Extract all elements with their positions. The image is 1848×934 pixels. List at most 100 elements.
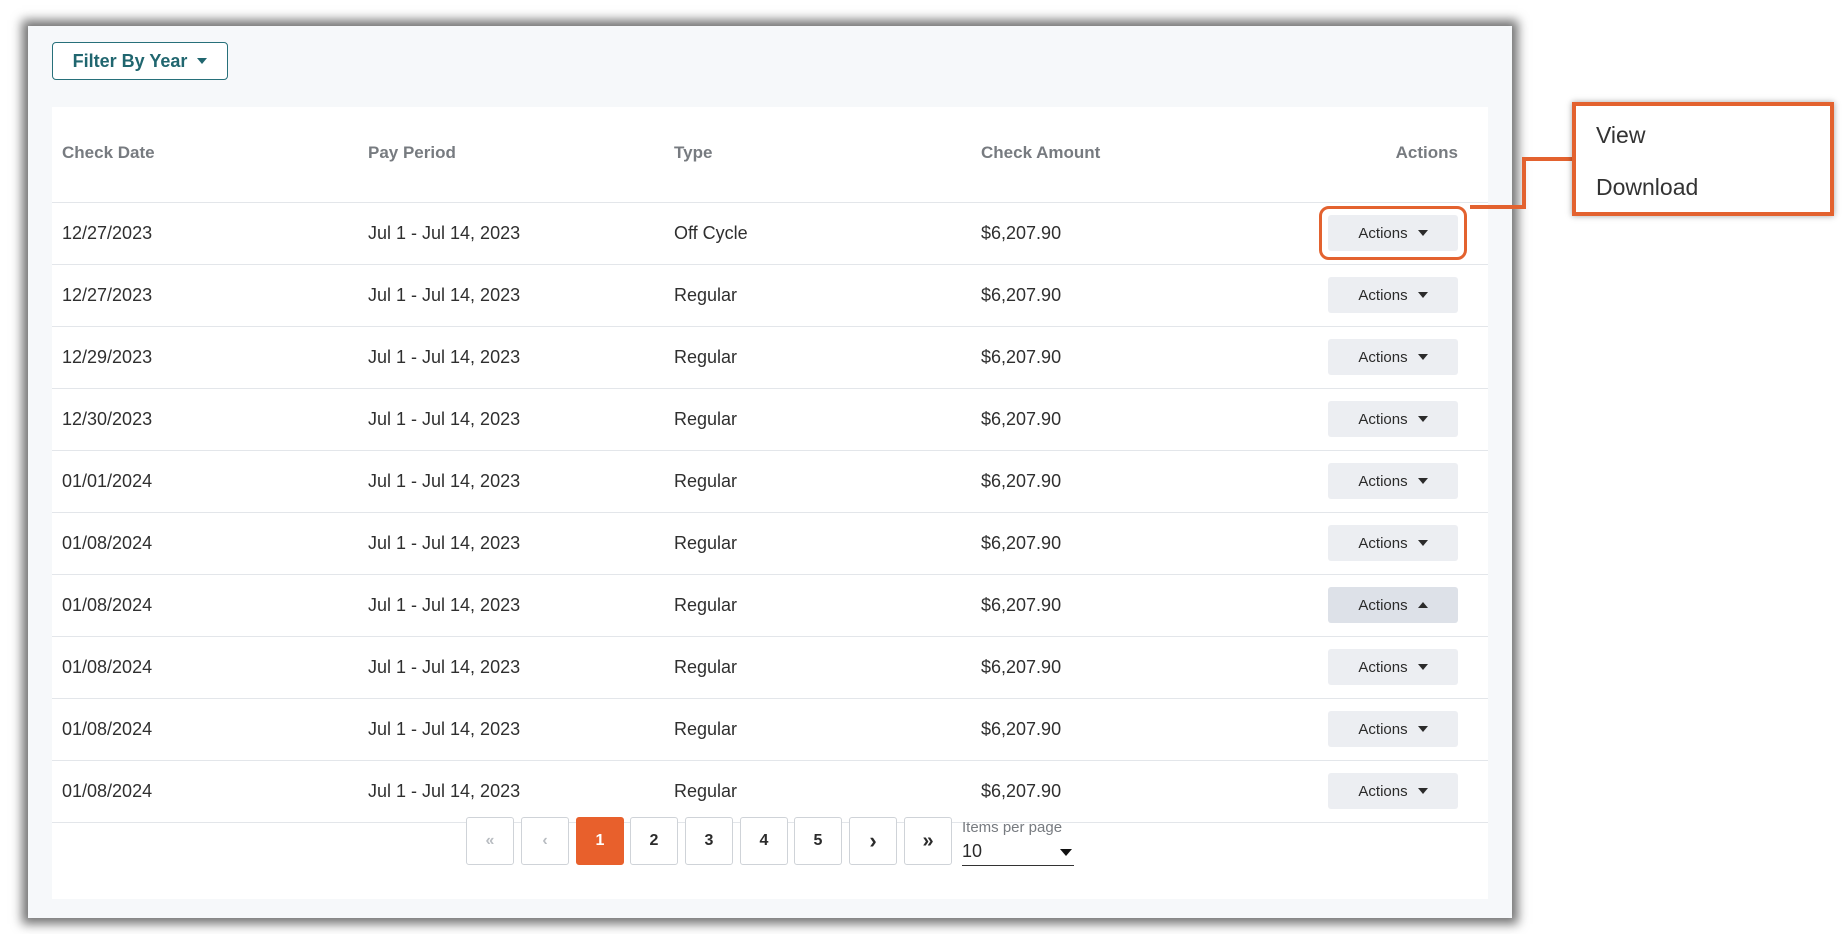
cell-check-date: 12/30/2023 <box>62 409 153 429</box>
cell-pay-period: Jul 1 - Jul 14, 2023 <box>368 285 521 305</box>
actions-button[interactable]: Actions <box>1328 525 1458 561</box>
chevron-down-icon <box>1417 230 1428 236</box>
cell-check-amount: $6,207.90 <box>981 533 1062 553</box>
cell-check-date: 12/29/2023 <box>62 347 153 367</box>
chevron-down-icon <box>1417 664 1428 670</box>
table-row: 01/08/2024 Jul 1 - Jul 14, 2023 Regular $6,… <box>52 512 1488 575</box>
cell-pay-period: Jul 1 - Jul 14, 2023 <box>368 657 521 677</box>
cell-check-date: 12/27/2023 <box>62 285 153 305</box>
actions-button-label: Actions <box>1358 782 1408 800</box>
cell-check-amount: $6,207.90 <box>981 781 1062 801</box>
cell-pay-period: Jul 1 - Jul 14, 2023 <box>368 347 521 367</box>
pagination: « ‹ 1 2 3 4 5 › » Items per page 10 <box>52 807 1488 877</box>
callout-connector <box>1522 157 1526 208</box>
chevron-down-icon <box>1417 292 1428 298</box>
next-page-button[interactable]: › <box>849 817 897 865</box>
cell-check-amount: $6,207.90 <box>981 223 1062 243</box>
callout-connector <box>1470 205 1526 209</box>
cell-pay-period: Jul 1 - Jul 14, 2023 <box>368 781 521 801</box>
actions-button[interactable]: Actions <box>1328 277 1458 313</box>
items-per-page-label: Items per page <box>962 819 1063 836</box>
cell-type: Regular <box>674 409 738 429</box>
header-type: Type <box>674 143 713 162</box>
actions-button[interactable]: Actions <box>1328 401 1458 437</box>
cell-type: Regular <box>674 285 738 305</box>
cell-type: Off Cycle <box>674 223 748 243</box>
first-page-button[interactable]: « <box>466 817 514 865</box>
last-page-button[interactable]: » <box>904 817 952 865</box>
cell-pay-period: Jul 1 - Jul 14, 2023 <box>368 595 521 615</box>
cell-type: Regular <box>674 781 738 801</box>
cell-pay-period: Jul 1 - Jul 14, 2023 <box>368 719 521 739</box>
page-5-button[interactable]: 5 <box>794 817 842 865</box>
actions-button-label: Actions <box>1358 410 1408 428</box>
actions-button[interactable]: Actions <box>1328 215 1458 251</box>
cell-pay-period: Jul 1 - Jul 14, 2023 <box>368 409 521 429</box>
actions-button-label: Actions <box>1358 658 1408 676</box>
items-per-page-select[interactable]: 10 <box>962 839 1074 866</box>
page-3-button[interactable]: 3 <box>685 817 733 865</box>
cell-type: Regular <box>674 533 738 553</box>
cell-check-amount: $6,207.90 <box>981 471 1062 491</box>
items-per-page-value: 10 <box>962 841 983 861</box>
table-row: 12/29/2023 Jul 1 - Jul 14, 2023 Regular $6,… <box>52 326 1488 389</box>
actions-button[interactable]: Actions <box>1328 587 1458 623</box>
checks-table: Check Date Pay Period Type Check Amount … <box>52 107 1488 899</box>
actions-button[interactable]: Actions <box>1328 649 1458 685</box>
cell-type: Regular <box>674 719 738 739</box>
cell-check-date: 01/08/2024 <box>62 719 153 739</box>
callout-connector <box>1522 157 1574 161</box>
table-header: Check Date Pay Period Type Check Amount … <box>52 107 1488 203</box>
table-row: 01/08/2024 Jul 1 - Jul 14, 2023 Regular $6,… <box>52 574 1488 637</box>
cell-type: Regular <box>674 595 738 615</box>
actions-button[interactable]: Actions <box>1328 773 1458 809</box>
cell-check-date: 12/27/2023 <box>62 223 153 243</box>
table-row: 01/01/2024 Jul 1 - Jul 14, 2023 Regular $6,… <box>52 450 1488 513</box>
actions-button-label: Actions <box>1358 534 1408 552</box>
cell-check-amount: $6,207.90 <box>981 409 1062 429</box>
actions-button[interactable]: Actions <box>1328 339 1458 375</box>
chevron-down-icon <box>1417 354 1428 360</box>
filter-by-year-button[interactable]: Filter By Year <box>52 42 228 80</box>
cell-check-date: 01/01/2024 <box>62 471 153 491</box>
menu-item-download[interactable]: Download <box>1596 174 1698 201</box>
actions-button[interactable]: Actions <box>1328 711 1458 747</box>
chevron-down-icon <box>1417 788 1428 794</box>
chevron-down-icon <box>197 58 208 64</box>
table-row: 12/27/2023 Jul 1 - Jul 14, 2023 Off Cycle $… <box>52 202 1488 265</box>
cell-check-date: 01/08/2024 <box>62 533 153 553</box>
chevron-down-icon <box>1417 478 1428 484</box>
actions-button-label: Actions <box>1358 286 1408 304</box>
cell-check-amount: $6,207.90 <box>981 719 1062 739</box>
header-pay-period: Pay Period <box>368 143 456 162</box>
header-actions: Actions <box>1395 143 1458 162</box>
chevron-down-icon <box>1417 726 1428 732</box>
chevron-down-icon <box>1417 540 1428 546</box>
chevron-down-icon <box>1060 849 1072 856</box>
page-2-button[interactable]: 2 <box>630 817 678 865</box>
payroll-panel: Filter By Year Check Date Pay Period Typ… <box>28 26 1512 918</box>
cell-check-date: 01/08/2024 <box>62 657 153 677</box>
page-4-button[interactable]: 4 <box>740 817 788 865</box>
table-row: 12/27/2023 Jul 1 - Jul 14, 2023 Regular $6,… <box>52 264 1488 327</box>
filter-by-year-label: Filter By Year <box>72 50 188 71</box>
actions-dropdown-menu: View Download <box>1572 102 1834 216</box>
cell-check-date: 01/08/2024 <box>62 781 153 801</box>
prev-page-button[interactable]: ‹ <box>521 817 569 865</box>
cell-check-amount: $6,207.90 <box>981 285 1062 305</box>
header-check-date: Check Date <box>62 143 155 162</box>
cell-type: Regular <box>674 347 738 367</box>
menu-item-view[interactable]: View <box>1596 122 1645 149</box>
actions-button[interactable]: Actions <box>1328 463 1458 499</box>
table-row: 01/08/2024 Jul 1 - Jul 14, 2023 Regular $6,… <box>52 698 1488 761</box>
chevron-up-icon <box>1417 602 1428 608</box>
actions-button-label: Actions <box>1358 348 1408 366</box>
cell-pay-period: Jul 1 - Jul 14, 2023 <box>368 471 521 491</box>
chevron-down-icon <box>1417 416 1428 422</box>
page-1-button[interactable]: 1 <box>576 817 624 865</box>
cell-check-amount: $6,207.90 <box>981 595 1062 615</box>
cell-type: Regular <box>674 657 738 677</box>
table-row: 01/08/2024 Jul 1 - Jul 14, 2023 Regular $6,… <box>52 636 1488 699</box>
actions-button-label: Actions <box>1358 472 1408 490</box>
header-check-amount: Check Amount <box>981 143 1101 162</box>
